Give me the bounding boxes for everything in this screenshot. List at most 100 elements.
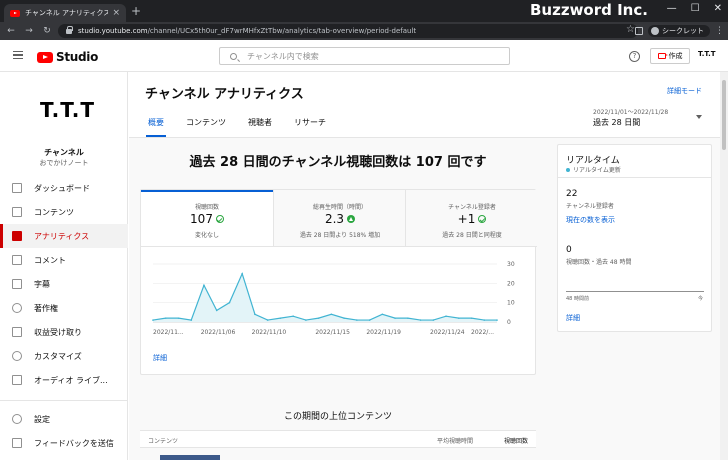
channel-avatar[interactable]: T.T.T (40, 98, 95, 122)
close-window-button[interactable]: ✕ (714, 3, 722, 14)
tab-close-icon[interactable]: × (112, 8, 120, 18)
data-point[interactable] (203, 284, 205, 287)
data-point[interactable] (254, 313, 256, 316)
data-point[interactable] (215, 309, 218, 312)
y-tick-label: 20 (507, 280, 515, 287)
data-point[interactable] (381, 313, 384, 316)
data-point[interactable] (394, 317, 396, 319)
sidebar-item-subtitles[interactable]: 字幕 (0, 272, 128, 296)
date-range[interactable]: 2022/11/01～2022/11/28 (593, 107, 668, 116)
show-current-link[interactable]: 現在の数を表示 (566, 215, 615, 225)
sidebar-item-content[interactable]: コンテンツ (0, 200, 128, 224)
tab-research[interactable]: リサーチ (294, 117, 326, 137)
detail-mode-link[interactable]: 詳細モード (667, 86, 702, 96)
column-header-views[interactable]: 視聴回数 (504, 436, 528, 445)
menu-icon[interactable] (13, 51, 23, 59)
side-panel-icon[interactable] (635, 27, 643, 35)
metric-value-row: 2.3 (274, 212, 406, 226)
data-point[interactable] (343, 317, 345, 319)
scrollbar-thumb[interactable] (722, 80, 726, 150)
realtime-subtitle-row: リアルタイム更新 (566, 165, 621, 174)
data-point[interactable] (470, 317, 473, 319)
data-point[interactable] (241, 272, 243, 275)
browser-tab[interactable]: チャンネル アナリティクス - YouTube S × (4, 4, 126, 22)
tab-overview[interactable]: 概要 (146, 117, 166, 137)
audio-library-icon (12, 375, 22, 385)
data-point[interactable] (445, 315, 447, 317)
data-point[interactable] (266, 319, 269, 321)
help-icon[interactable]: ? (629, 51, 640, 62)
sidebar-item-audio-library[interactable]: オーディオ ライブ... (0, 368, 128, 392)
channel-label: チャンネル (44, 148, 84, 157)
settings-icon (12, 414, 22, 424)
create-button[interactable]: 作成 (650, 48, 690, 64)
sidebar-item-analytics[interactable]: アナリティクス (0, 224, 128, 248)
data-point[interactable] (368, 319, 371, 321)
data-point[interactable] (292, 315, 294, 317)
lock-icon (66, 25, 73, 34)
search-input[interactable]: チャンネル内で検索 (219, 47, 510, 65)
reload-icon[interactable]: ↻ (40, 26, 54, 36)
metric-value-row: 107 (141, 212, 273, 226)
column-header-avg-duration[interactable]: 平均視聴時間 (437, 436, 473, 445)
data-point[interactable] (164, 317, 167, 319)
sidebar-item-monetization[interactable]: 収益受け取り (0, 320, 128, 344)
forward-icon[interactable]: → (22, 26, 36, 36)
metric-views[interactable]: 視聴回数 107 変化なし (141, 190, 273, 247)
data-point[interactable] (356, 319, 358, 321)
realtime-views-label: 視聴回数・過去 48 時間 (566, 259, 632, 266)
data-point[interactable] (152, 319, 154, 321)
metric-value: +1 (457, 212, 476, 226)
video-thumbnail[interactable] (160, 455, 220, 460)
sidebar-item-feedback[interactable]: フィードバックを送信 (0, 431, 128, 455)
browser-menu-icon[interactable]: ⋮ (715, 26, 724, 36)
data-point[interactable] (496, 319, 498, 321)
data-point[interactable] (483, 319, 486, 321)
minimize-button[interactable]: — (667, 3, 677, 14)
realtime-views-value: 0 (566, 245, 572, 255)
copyright-icon (12, 303, 22, 313)
data-point[interactable] (177, 317, 180, 319)
customization-icon (12, 351, 22, 361)
dropdown-caret-icon[interactable] (696, 115, 702, 119)
sidebar-item-customization[interactable]: カスタマイズ (0, 344, 128, 368)
metric-subscribers[interactable]: チャンネル登録者 +1 過去 28 日間と同程度 (405, 190, 537, 247)
data-point[interactable] (305, 319, 307, 321)
bookmark-star-icon[interactable]: ☆ (626, 24, 635, 35)
tab-audience[interactable]: 視聴者 (248, 117, 272, 137)
detail-link[interactable]: 詳細 (153, 353, 167, 363)
sidebar-item-settings[interactable]: 設定 (0, 407, 128, 431)
data-point[interactable] (317, 317, 320, 319)
address-bar[interactable]: studio.youtube.com/channel/UCx5th0ur_dF7… (58, 24, 638, 38)
data-point[interactable] (432, 319, 435, 321)
metric-watch-time[interactable]: 総再生時間（時間） 2.3 過去 28 日間より 518% 増加 (273, 190, 405, 247)
metric-sub: 変化なし (194, 232, 219, 239)
maximize-button[interactable]: ☐ (691, 3, 700, 14)
back-icon[interactable]: ← (4, 26, 18, 36)
new-tab-button[interactable]: + (131, 4, 141, 18)
realtime-axis-left: 48 時間前 (566, 296, 589, 302)
sidebar-item-comments[interactable]: コメント (0, 248, 128, 272)
browser-titlebar: チャンネル アナリティクス - YouTube S × + Buzzword I… (0, 0, 728, 22)
x-tick-label: 2022/11/06 (201, 329, 236, 336)
data-point[interactable] (228, 301, 231, 304)
incognito-badge[interactable]: シークレット (648, 25, 710, 37)
studio-logo[interactable]: Studio (37, 50, 98, 64)
data-point[interactable] (279, 317, 282, 319)
incognito-label: シークレット (662, 27, 704, 35)
tab-content[interactable]: コンテンツ (186, 117, 226, 137)
logo-text: Studio (56, 50, 99, 64)
data-point[interactable] (457, 317, 460, 319)
browser-toolbar: ← → ↻ studio.youtube.com/channel/UCx5th0… (0, 22, 728, 40)
sidebar-item-dashboard[interactable]: ダッシュボード (0, 176, 128, 200)
data-point[interactable] (419, 319, 422, 321)
sidebar-item-copyright[interactable]: 著作権 (0, 296, 128, 320)
realtime-subscribers-value: 22 (566, 189, 578, 199)
account-avatar[interactable]: T.T.T (698, 50, 716, 58)
realtime-detail-link[interactable]: 詳細 (566, 313, 580, 323)
date-period-select[interactable]: 過去 28 日間 (593, 117, 640, 128)
data-point[interactable] (407, 317, 409, 319)
data-point[interactable] (190, 319, 193, 321)
data-point[interactable] (330, 313, 333, 316)
analytics-icon (12, 231, 22, 241)
